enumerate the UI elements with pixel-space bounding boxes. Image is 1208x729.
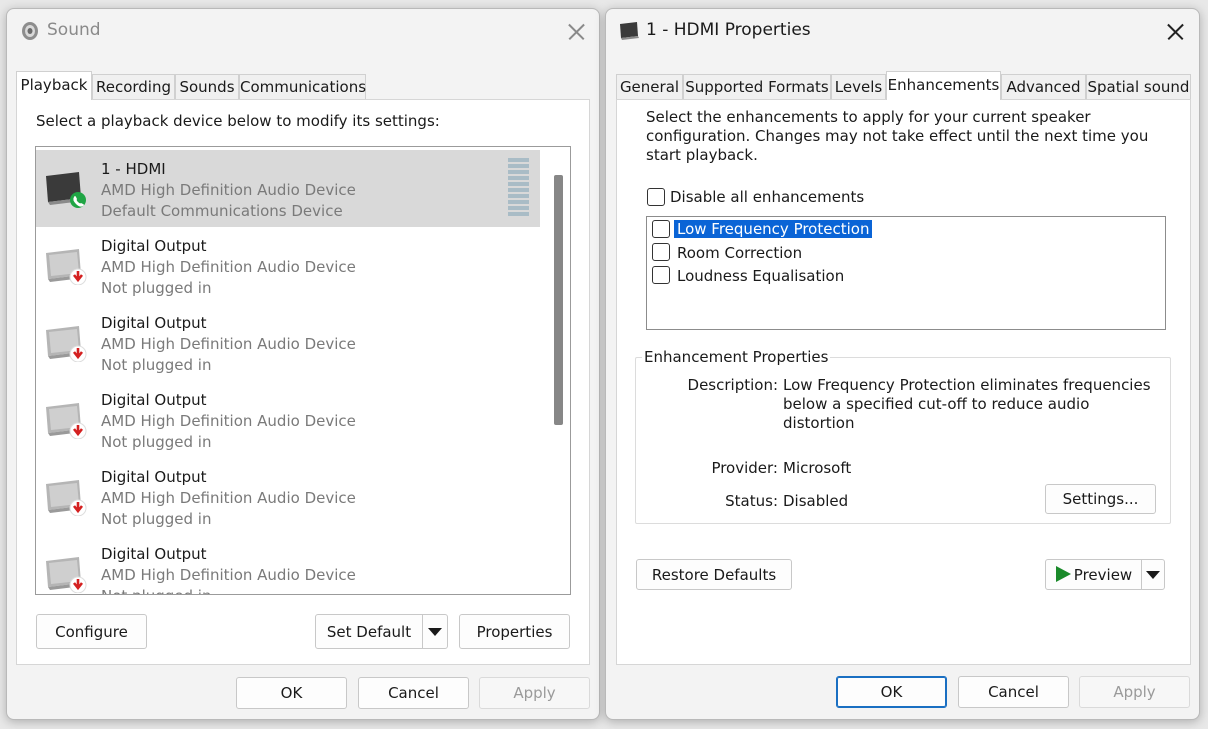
tab-levels[interactable]: Levels (831, 74, 886, 99)
scrollbar-thumb[interactable] (554, 175, 563, 425)
preview-button[interactable]: Preview (1045, 559, 1142, 590)
caret-down-icon (428, 627, 442, 636)
device-status: Not plugged in (101, 510, 212, 528)
provider-value: Microsoft (783, 459, 852, 477)
enhancements-intro: Select the enhancements to apply for you… (646, 108, 1149, 164)
cancel-button[interactable]: Cancel (358, 677, 469, 709)
apply-button[interactable]: Apply (479, 677, 590, 709)
instruction-text: Select a playback device below to modify… (36, 112, 440, 130)
close-icon[interactable] (561, 17, 591, 47)
device-status: Not plugged in (101, 433, 212, 451)
tab-general[interactable]: General (616, 74, 683, 99)
preview-label: Preview (1073, 565, 1133, 584)
tab-supported-formats[interactable]: Supported Formats (683, 74, 831, 99)
device-driver: AMD High Definition Audio Device (101, 181, 356, 199)
sound-titlebar[interactable]: Sound (7, 9, 599, 53)
tab-sounds[interactable]: Sounds (175, 74, 239, 99)
enhancement-label[interactable]: Low Frequency Protection (674, 220, 873, 238)
tab-enhancements[interactable]: Enhancements (886, 71, 1001, 100)
enhancement-checkbox[interactable] (652, 266, 670, 284)
properties-titlebar[interactable]: 1 - HDMI Properties (606, 9, 1199, 53)
enhancement-checkbox[interactable] (652, 243, 670, 261)
device-name: Digital Output (101, 314, 207, 332)
device-driver: AMD High Definition Audio Device (101, 489, 356, 507)
device-driver: AMD High Definition Audio Device (101, 258, 356, 276)
enhancement-label[interactable]: Room Correction (677, 244, 802, 262)
play-icon (1055, 565, 1071, 582)
monitor-icon (46, 557, 87, 593)
properties-button[interactable]: Properties (459, 614, 570, 649)
monitor-icon (46, 249, 87, 285)
device-driver: AMD High Definition Audio Device (101, 335, 356, 353)
cancel-button[interactable]: Cancel (958, 676, 1069, 708)
ok-button[interactable]: OK (836, 676, 947, 708)
apply-button[interactable]: Apply (1079, 676, 1190, 708)
restore-defaults-button[interactable]: Restore Defaults (636, 559, 792, 590)
caret-down-icon (1146, 570, 1160, 579)
device-driver: AMD High Definition Audio Device (101, 566, 356, 584)
disable-all-label[interactable]: Disable all enhancements (670, 188, 864, 206)
device-item[interactable]: Digital Output AMD High Definition Audio… (36, 304, 540, 381)
ok-button[interactable]: OK (236, 677, 347, 709)
window-title: 1 - HDMI Properties (646, 20, 811, 40)
device-list[interactable]: 1 - HDMI AMD High Definition Audio Devic… (35, 146, 571, 595)
tab-playback[interactable]: Playback (16, 71, 92, 100)
provider-label: Provider: (711, 459, 778, 477)
device-item[interactable]: Digital Output AMD High Definition Audio… (36, 458, 540, 535)
monitor-icon (46, 480, 87, 516)
status-value: Disabled (783, 492, 849, 510)
monitor-icon (46, 326, 87, 362)
device-name: Digital Output (101, 237, 207, 255)
description-label: Description: (687, 376, 778, 394)
device-name: 1 - HDMI (101, 160, 166, 178)
device-status: Not plugged in (101, 356, 212, 374)
settings-button[interactable]: Settings... (1045, 484, 1156, 514)
description-value: Low Frequency Protection eliminates freq… (783, 376, 1151, 432)
device-driver: AMD High Definition Audio Device (101, 412, 356, 430)
device-item[interactable]: Digital Output AMD High Definition Audio… (36, 381, 540, 458)
monitor-icon (46, 172, 86, 208)
device-status: Default Communications Device (101, 202, 343, 220)
tab-advanced[interactable]: Advanced (1001, 74, 1086, 99)
device-name: Digital Output (101, 545, 207, 563)
close-icon[interactable] (1160, 17, 1190, 47)
speaker-icon (22, 22, 38, 40)
level-meter (508, 158, 529, 218)
device-item[interactable]: Digital Output AMD High Definition Audio… (36, 227, 540, 304)
set-default-button[interactable]: Set Default (315, 614, 423, 649)
device-status: Not plugged in (101, 587, 211, 594)
device-name: Digital Output (101, 391, 207, 409)
device-item[interactable]: Digital Output AMD High Definition Audio… (36, 535, 540, 594)
tab-spatial-sound[interactable]: Spatial sound (1086, 74, 1191, 99)
device-name: Digital Output (101, 468, 207, 486)
device-list-scrollbar[interactable] (549, 147, 570, 594)
monitor-icon (620, 22, 639, 40)
tab-communications[interactable]: Communications (239, 74, 366, 99)
enhancement-label[interactable]: Loudness Equalisation (677, 267, 844, 285)
status-label: Status: (725, 492, 778, 510)
tab-recording[interactable]: Recording (92, 74, 175, 99)
set-default-dropdown-button[interactable] (422, 614, 448, 649)
device-item[interactable]: 1 - HDMI AMD High Definition Audio Devic… (36, 150, 540, 227)
configure-button[interactable]: Configure (36, 614, 147, 649)
device-status: Not plugged in (101, 279, 212, 297)
preview-dropdown-button[interactable] (1141, 559, 1165, 590)
disable-all-checkbox[interactable] (647, 188, 665, 206)
window-title: Sound (47, 20, 101, 40)
enhancement-checkbox[interactable] (652, 220, 670, 238)
group-title: Enhancement Properties (642, 348, 831, 366)
monitor-icon (46, 403, 87, 439)
